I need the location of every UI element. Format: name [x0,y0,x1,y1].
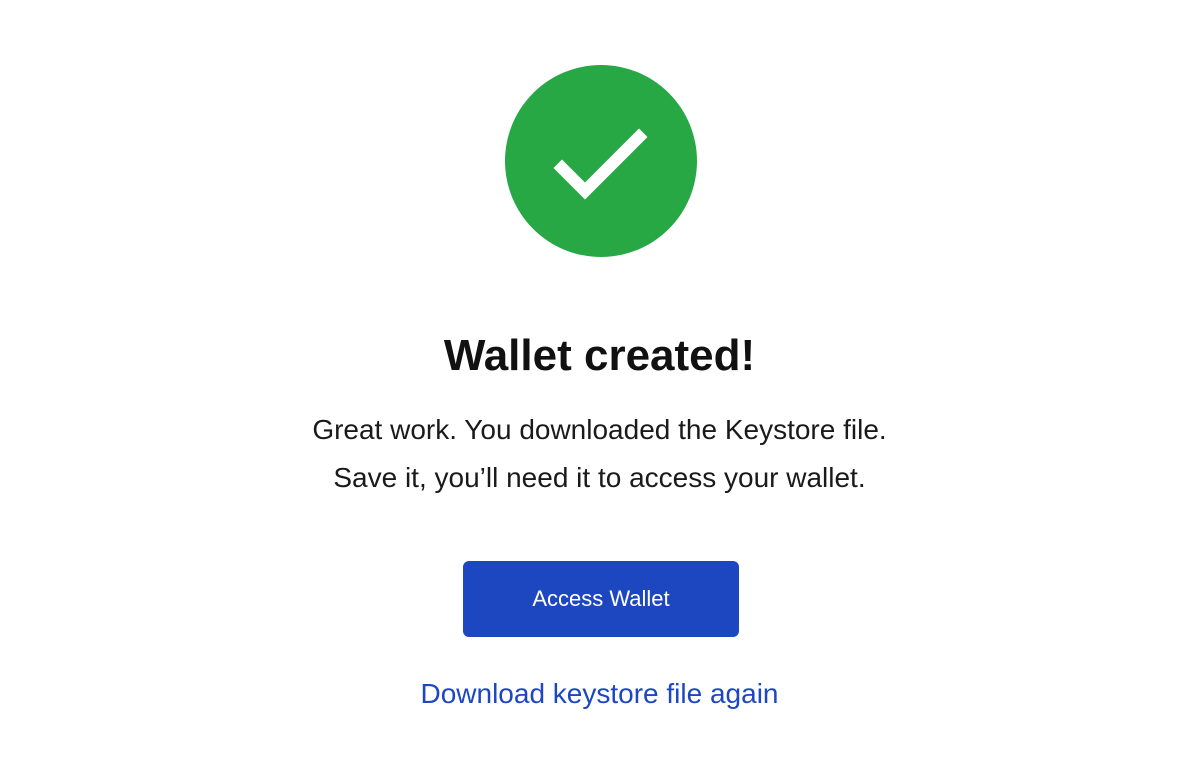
success-message: Great work. You downloaded the Keystore … [0,406,1199,502]
page-title: Wallet created! [443,331,756,380]
success-badge [505,65,697,257]
download-keystore-again-link[interactable]: Download keystore file again [0,674,1199,714]
checkmark-icon [553,128,648,200]
message-line-2: Save it, you’ll need it to access your w… [333,462,866,493]
message-line-1: Great work. You downloaded the Keystore … [312,414,887,445]
access-wallet-button[interactable]: Access Wallet [463,561,739,637]
wallet-created-page: Wallet created! Great work. You download… [0,0,1199,761]
